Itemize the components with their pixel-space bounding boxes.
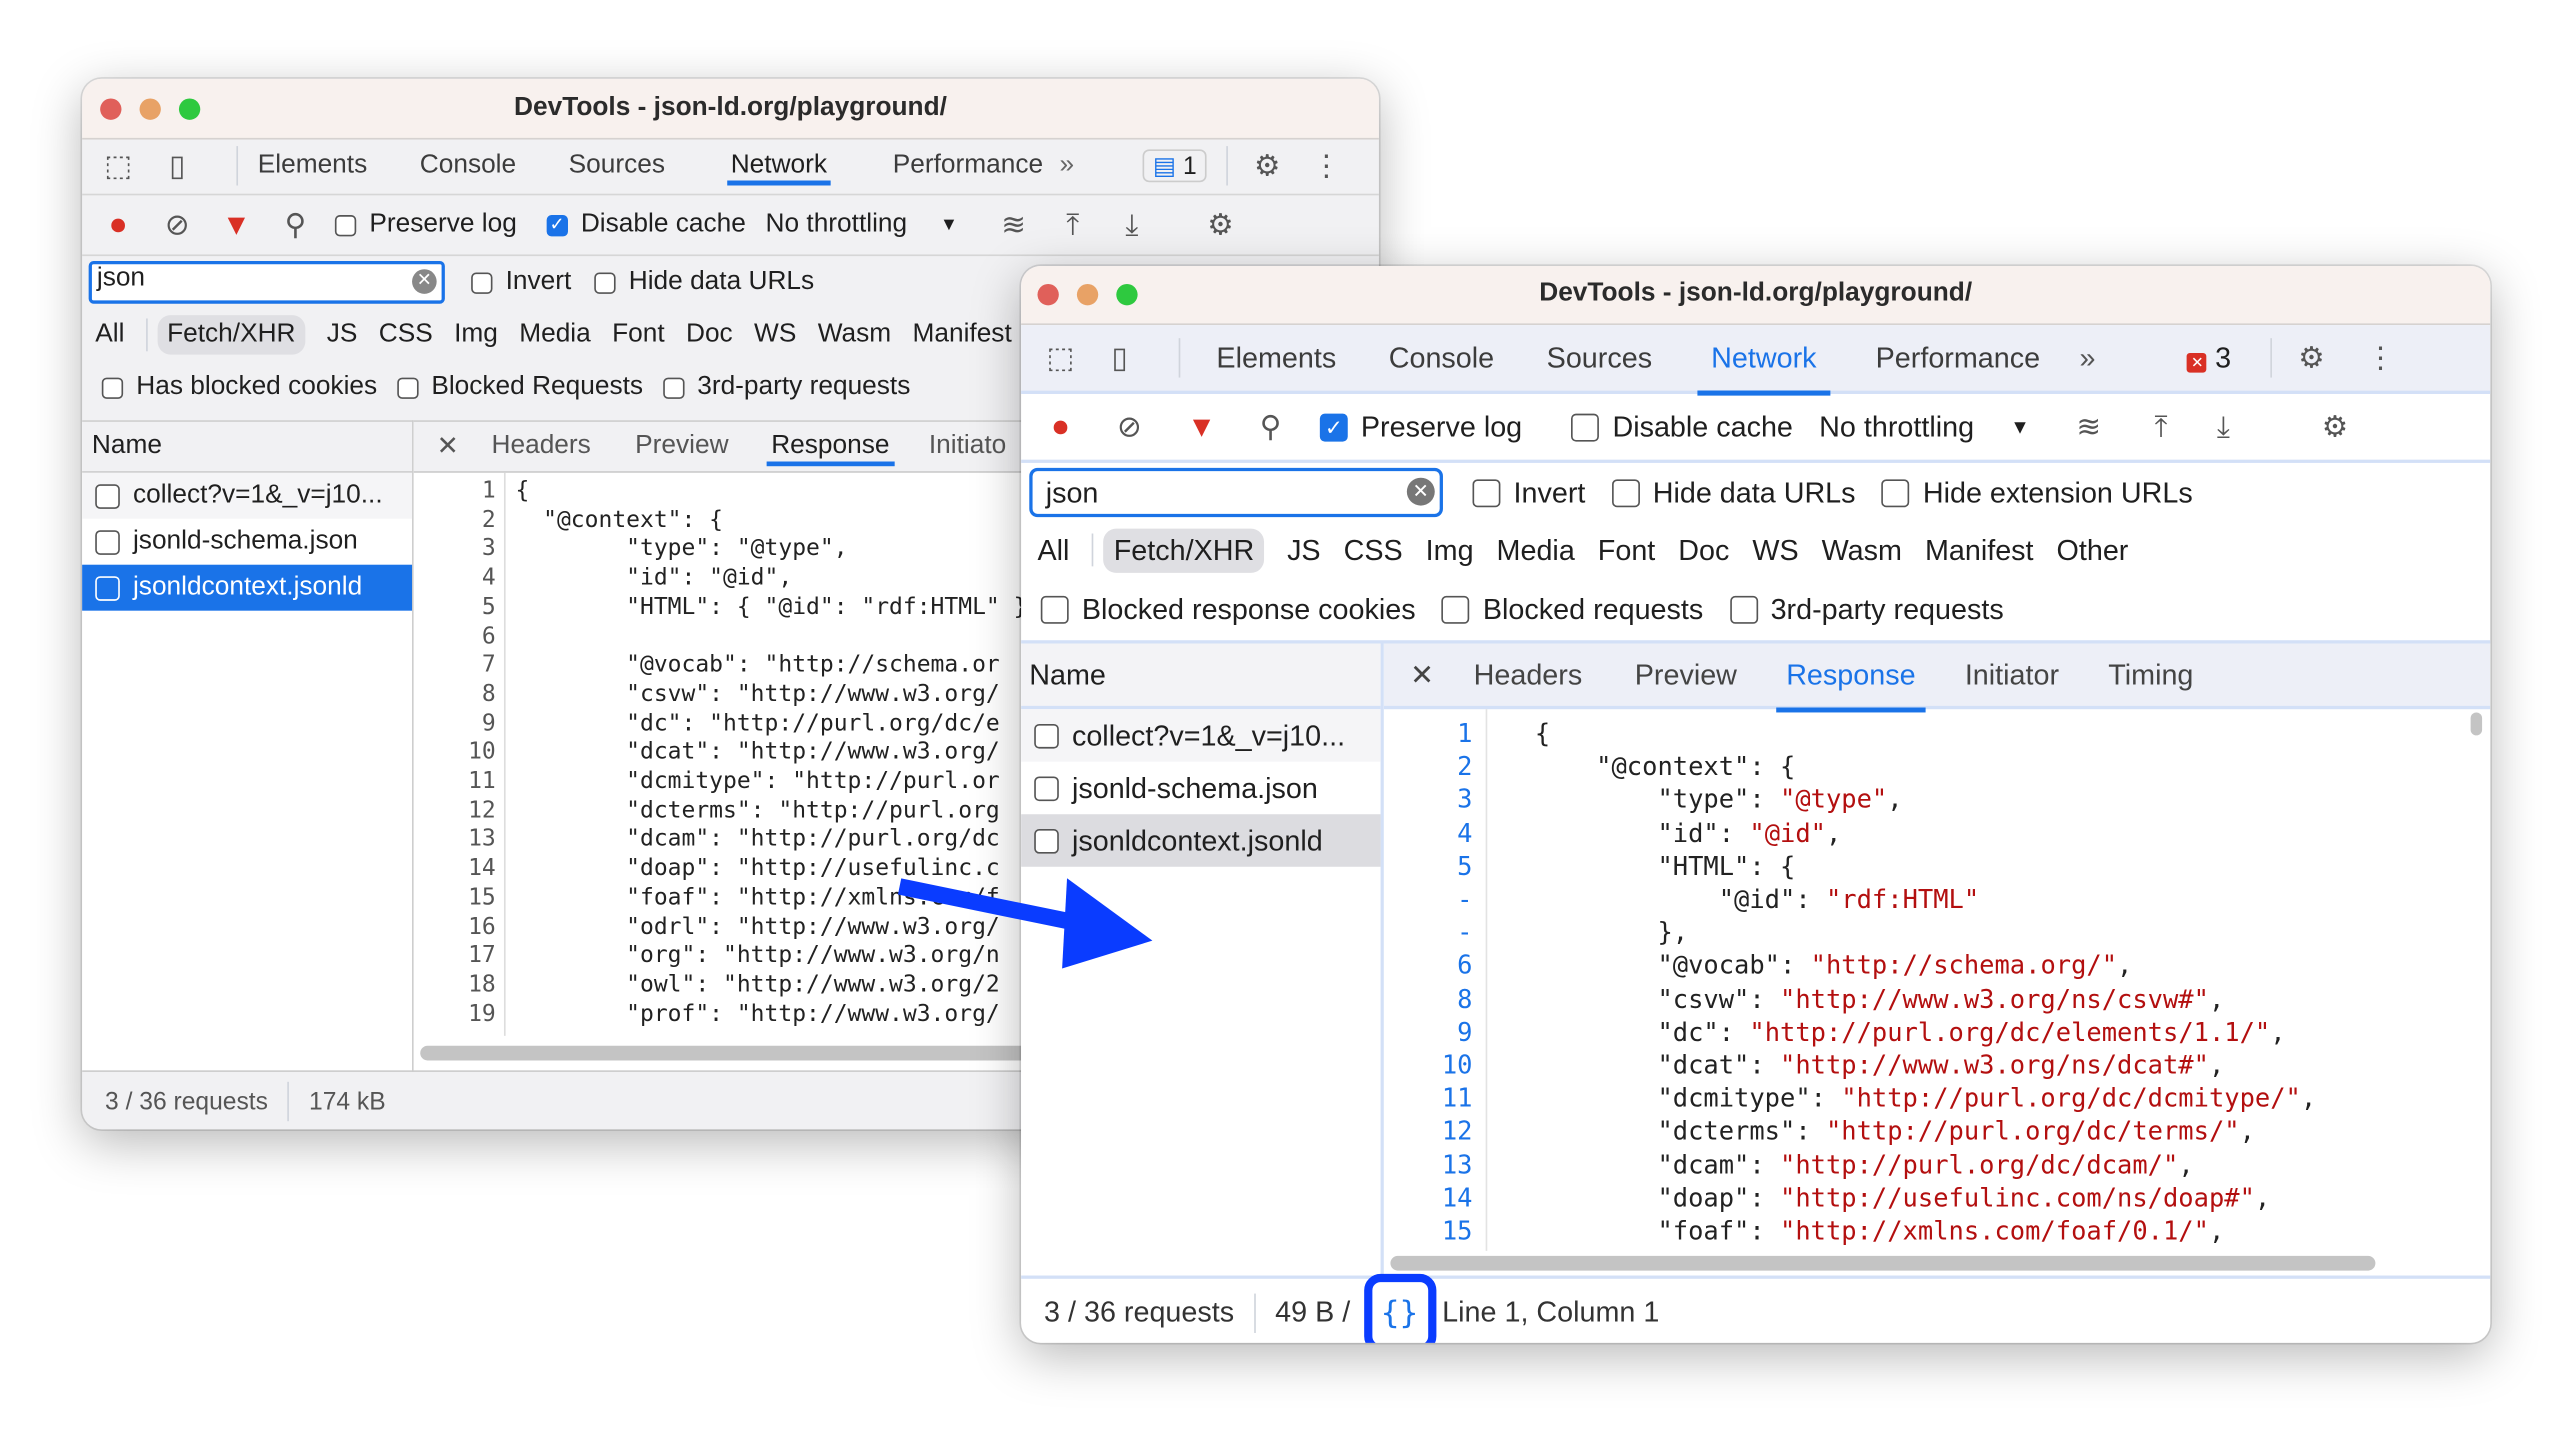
annotation-arrow	[897, 878, 1153, 969]
arrow-head	[1062, 878, 1153, 969]
arrow-shaft	[897, 878, 1086, 933]
